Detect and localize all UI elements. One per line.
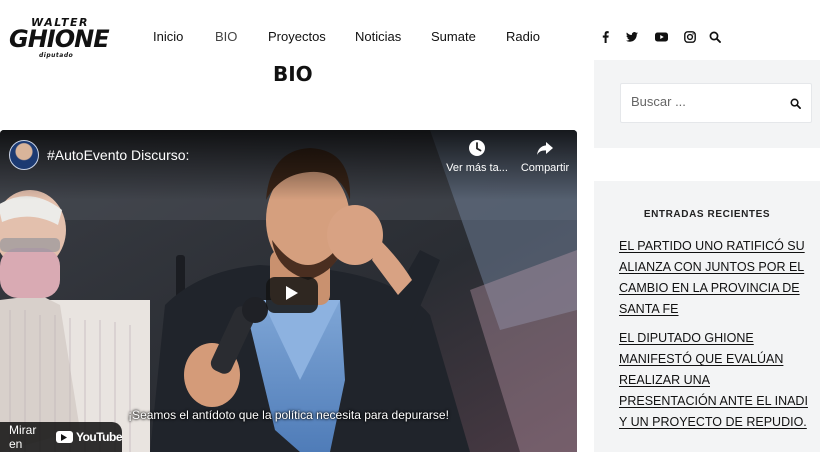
facebook-icon[interactable] <box>597 29 613 45</box>
youtube-video-embed[interactable]: #AutoEvento Discurso: Ver más ta... Comp… <box>0 130 577 452</box>
play-button[interactable] <box>266 277 318 313</box>
twitter-icon[interactable] <box>624 29 640 45</box>
site-logo[interactable]: WALTER GHIONE diputado <box>9 16 110 60</box>
search-icon[interactable] <box>707 29 723 45</box>
nav-item-sumate[interactable]: Sumate <box>431 29 476 44</box>
list-item: EL DIPUTADO GHIONE MANIFESTÓ QUE EVALÚAN… <box>619 328 809 433</box>
search-form <box>620 83 812 123</box>
channel-avatar[interactable] <box>9 140 39 170</box>
share-button[interactable]: Compartir <box>510 138 577 174</box>
recent-posts-widget: ENTRADAS RECIENTES EL PARTIDO UNO RATIFI… <box>594 181 820 452</box>
recent-post-link[interactable]: EL DIPUTADO GHIONE MANIFESTÓ QUE EVALÚAN… <box>619 331 808 429</box>
logo-name: GHIONE <box>9 25 110 53</box>
watch-later-label: Ver más ta... <box>446 162 508 174</box>
youtube-icon[interactable] <box>653 29 669 45</box>
recent-post-link[interactable]: EL PARTIDO UNO RATIFICÓ SU ALIANZA CON J… <box>619 239 805 316</box>
nav-item-proyectos[interactable]: Proyectos <box>268 29 326 44</box>
search-submit-icon[interactable] <box>788 96 802 110</box>
youtube-wordmark: YouTube <box>75 430 123 444</box>
recent-posts-heading: ENTRADAS RECIENTES <box>643 209 771 220</box>
share-label: Compartir <box>520 162 570 174</box>
nav-item-noticias[interactable]: Noticias <box>355 29 401 44</box>
clock-icon <box>442 138 512 160</box>
video-caption: ¡Seamos el antídoto que la política nece… <box>128 408 449 422</box>
instagram-icon[interactable] <box>682 29 698 45</box>
nav-item-radio[interactable]: Radio <box>506 29 540 44</box>
search-widget <box>594 60 820 148</box>
list-item: EL PARTIDO UNO RATIFICÓ SU ALIANZA CON J… <box>619 236 809 320</box>
nav-item-bio[interactable]: BIO <box>215 29 237 44</box>
logo-sub-text: diputado <box>39 52 74 59</box>
youtube-play-icon <box>55 431 73 443</box>
nav-item-inicio[interactable]: Inicio <box>153 29 183 44</box>
video-title[interactable]: #AutoEvento Discurso: <box>47 147 189 163</box>
page-title: BIO <box>273 62 313 86</box>
watch-on-youtube-button[interactable]: Mirar en YouTube <box>0 422 123 452</box>
play-icon <box>285 285 299 306</box>
recent-posts-list: EL PARTIDO UNO RATIFICÓ SU ALIANZA CON J… <box>619 236 809 441</box>
search-input[interactable] <box>631 94 781 109</box>
watch-on-label: Mirar en <box>9 423 37 451</box>
share-icon <box>510 138 577 160</box>
watch-later-button[interactable]: Ver más ta... <box>442 138 512 174</box>
youtube-logo: YouTube <box>55 430 123 444</box>
